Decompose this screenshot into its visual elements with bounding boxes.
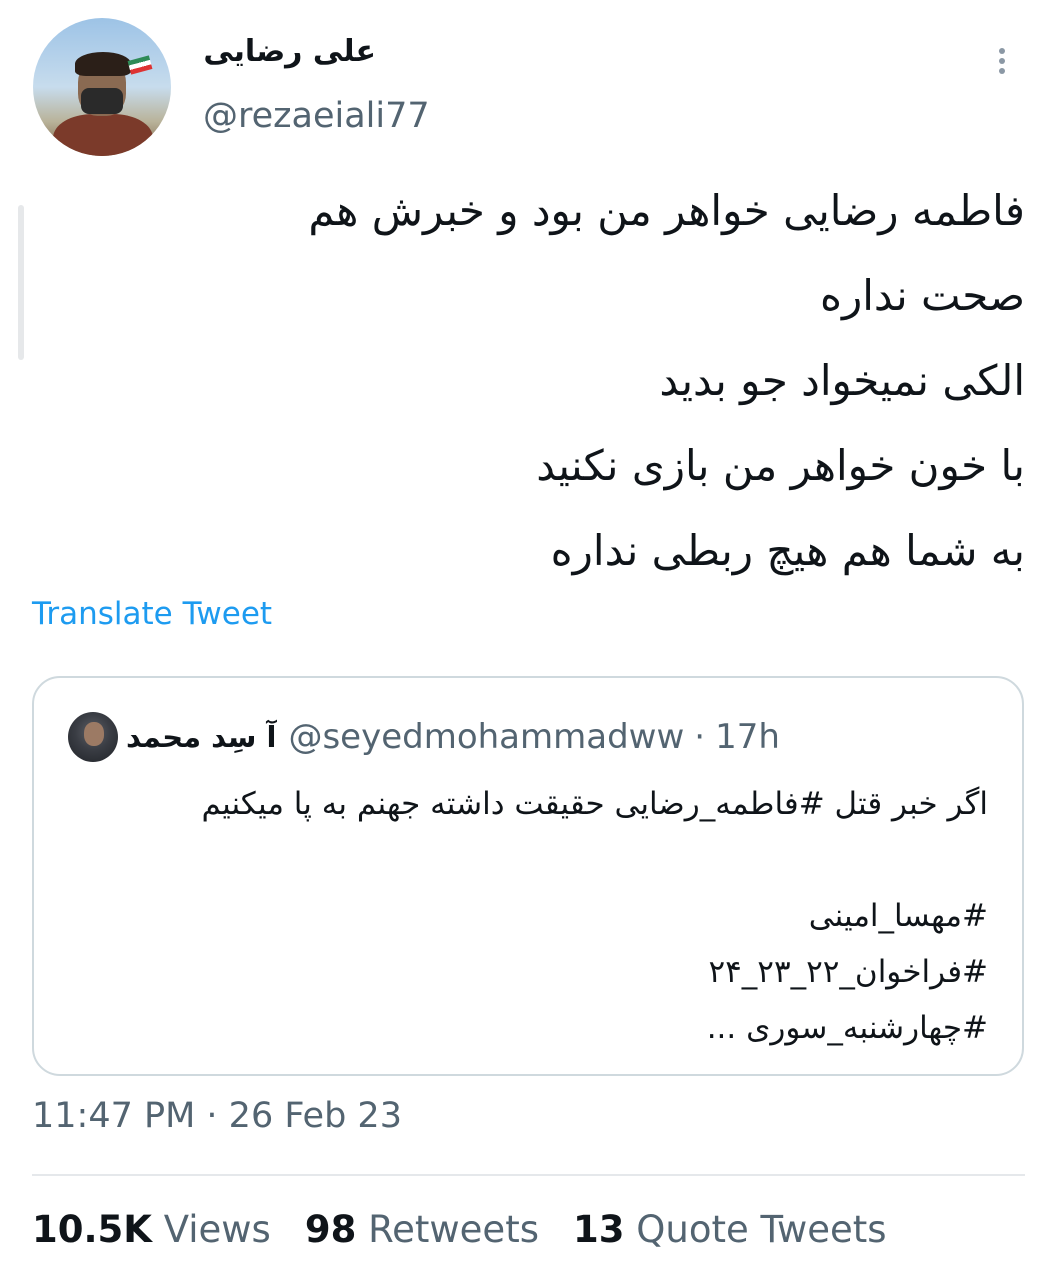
tweet-line: با خون خواهر من بازی نکنید xyxy=(536,441,1025,490)
avatar-mask-shape xyxy=(81,88,123,114)
quoted-tweet-card[interactable]: آ سِد محمد @seyedmohammadww · 17h اگر خب… xyxy=(32,676,1024,1076)
author-display-name[interactable]: علی رضایی xyxy=(200,34,376,69)
quoted-line xyxy=(58,832,988,888)
tweet-stats: 10.5K Views 98 Retweets 13 Quote Tweets xyxy=(32,1208,921,1251)
quoted-hashtag: #چهارشنبه_سوری ... xyxy=(706,1010,988,1046)
retweets-stat[interactable]: 98 Retweets xyxy=(305,1208,539,1251)
quote-tweets-stat[interactable]: 13 Quote Tweets xyxy=(573,1208,887,1251)
author-handle[interactable]: @rezaeiali77 xyxy=(203,96,430,136)
views-stat[interactable]: 10.5K Views xyxy=(32,1208,271,1251)
tweet-line: الکی نمیخواد جو بدید xyxy=(659,356,1025,405)
quoted-hashtag: #فراخوان_۲۲_۲۳_۲۴ xyxy=(708,954,988,990)
quoted-tweet-time: 17h xyxy=(715,717,780,757)
quoted-author-name: آ سِد محمد xyxy=(126,720,277,754)
views-count: 10.5K xyxy=(32,1208,152,1251)
avatar-flag-shape xyxy=(127,55,153,75)
quoted-hashtag: #مهسا_امینی xyxy=(808,898,988,934)
divider xyxy=(32,1174,1025,1176)
quote-tweets-count: 13 xyxy=(572,1208,625,1251)
quoted-tweet-header: آ سِد محمد @seyedmohammadww · 17h xyxy=(126,712,780,762)
tweet-timestamp[interactable]: 11:47 PM · 26 Feb 23 xyxy=(32,1096,402,1136)
tweet-text: فاطمه رضایی خواهر من بود و خبرش هم صحت ن… xyxy=(25,168,1025,593)
more-vertical-icon[interactable] xyxy=(992,44,1012,82)
tweet-line: فاطمه رضایی خواهر من بود و خبرش هم xyxy=(308,186,1025,235)
translate-tweet-link[interactable]: Translate Tweet xyxy=(32,596,272,632)
quoted-author-handle: @seyedmohammadww xyxy=(288,717,685,757)
retweets-count: 98 xyxy=(304,1208,357,1251)
views-label: Views xyxy=(163,1208,271,1251)
retweets-label: Retweets xyxy=(368,1208,539,1251)
avatar-body-shape xyxy=(53,114,153,156)
author-avatar[interactable] xyxy=(33,18,171,156)
quoted-line: اگر خبر قتل #فاطمه_رضایی حقیقت داشته جهن… xyxy=(201,786,988,822)
separator-dot: · xyxy=(694,717,706,757)
scroll-indicator[interactable] xyxy=(18,205,24,360)
avatar-hair-shape xyxy=(75,52,131,76)
quoted-author-avatar[interactable] xyxy=(68,712,118,762)
tweet-line: صحت نداره xyxy=(819,271,1025,320)
quote-tweets-label: Quote Tweets xyxy=(636,1208,887,1251)
quoted-avatar-face-shape xyxy=(84,722,104,746)
tweet-line: به شما هم هیچ ربطی نداره xyxy=(550,526,1025,575)
quoted-tweet-text: اگر خبر قتل #فاطمه_رضایی حقیقت داشته جهن… xyxy=(58,776,988,1056)
